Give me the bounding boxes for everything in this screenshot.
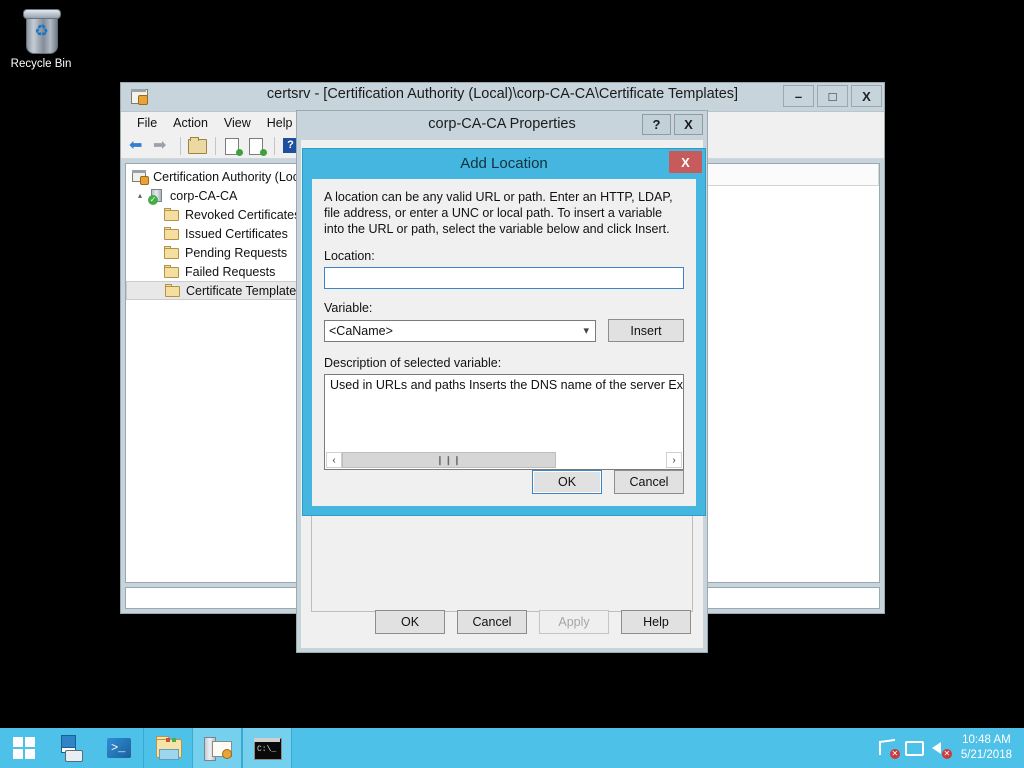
variable-row: <CaName> ▾ Insert — [324, 319, 684, 342]
tree-item-corp-ca-ca[interactable]: ▴ ✓ corp-CA-CA — [126, 186, 299, 205]
action-center-flag-icon[interactable]: ✕ — [877, 737, 899, 759]
certsrv-window-controls: – □ X — [780, 85, 882, 107]
taskbar-command-prompt[interactable]: C:\_ — [242, 728, 292, 768]
tree-item-label: Certification Authority (Loc — [153, 170, 299, 184]
insert-button[interactable]: Insert — [608, 319, 684, 342]
add-location-footer: OK Cancel — [520, 470, 684, 494]
network-icon[interactable] — [903, 737, 925, 759]
add-location-content: A location can be any valid URL or path.… — [312, 179, 696, 506]
cancel-button[interactable]: Cancel — [457, 610, 527, 634]
menu-file[interactable]: File — [129, 114, 165, 132]
tree-item-failed-requests[interactable]: Failed Requests — [126, 262, 299, 281]
console-tree[interactable]: Certification Authority (Loc ▴ ✓ corp-CA… — [125, 163, 300, 583]
scrollbar-track[interactable]: ❙❙❙ — [342, 452, 666, 468]
clock[interactable]: 10:48 AM 5/21/2018 — [955, 733, 1016, 763]
close-icon[interactable]: X — [669, 151, 702, 173]
chevron-down-icon: ▾ — [583, 324, 589, 337]
tree-item-label: corp-CA-CA — [170, 189, 237, 203]
location-label: Location: — [324, 249, 684, 263]
scroll-left-icon[interactable]: ‹ — [326, 452, 342, 468]
close-button[interactable]: X — [674, 114, 703, 135]
ca-console-icon — [132, 170, 148, 184]
add-location-titlebar[interactable]: Add Location X — [303, 149, 705, 179]
location-input[interactable] — [324, 267, 684, 289]
scroll-right-icon[interactable]: › — [666, 452, 682, 468]
tree-item-label: Certificate Template — [186, 284, 296, 298]
clock-time: 10:48 AM — [961, 733, 1012, 748]
variable-selected-value: <CaName> — [329, 324, 393, 338]
tree-item-revoked-certificates[interactable]: Revoked Certificates — [126, 205, 299, 224]
add-location-description: A location can be any valid URL or path.… — [324, 189, 684, 237]
variable-description-label: Description of selected variable: — [324, 356, 684, 370]
powershell-icon: >_ — [105, 735, 133, 761]
taskbar-powershell[interactable]: >_ — [95, 728, 143, 768]
tree-item-certification-authority[interactable]: Certification Authority (Loc — [126, 167, 299, 186]
taskbar: >_ C:\_ ✕ ✕ — [0, 728, 1024, 768]
desktop: ♻ Recycle Bin certsrv - [Certification A… — [0, 0, 1024, 768]
tree-item-issued-certificates[interactable]: Issued Certificates — [126, 224, 299, 243]
variable-select[interactable]: <CaName> ▾ — [324, 320, 596, 342]
tree-item-certificate-templates[interactable]: Certificate Template — [126, 281, 299, 300]
scrollbar-thumb[interactable]: ❙❙❙ — [342, 452, 556, 468]
clock-date: 5/21/2018 — [961, 748, 1012, 763]
refresh-icon[interactable] — [221, 135, 243, 157]
apply-button: Apply — [539, 610, 609, 634]
minimize-button[interactable]: – — [783, 85, 814, 107]
menu-action[interactable]: Action — [165, 114, 216, 132]
windows-logo-icon — [13, 737, 35, 759]
command-prompt-icon: C:\_ — [253, 735, 281, 761]
folder-icon — [165, 284, 181, 297]
maximize-button[interactable]: □ — [817, 85, 848, 107]
help-button[interactable]: ? — [642, 114, 671, 135]
menu-view[interactable]: View — [216, 114, 259, 132]
start-button[interactable] — [0, 728, 47, 768]
tree-item-label: Issued Certificates — [185, 227, 288, 241]
recycle-bin-art: ♻ — [20, 8, 62, 54]
recycle-bin-label: Recycle Bin — [6, 58, 76, 71]
folder-icon — [164, 208, 180, 221]
folder-icon — [164, 265, 180, 278]
certification-authority-icon — [203, 735, 231, 761]
properties-footer: OK Cancel Apply Help — [301, 610, 703, 634]
horizontal-scrollbar[interactable]: ‹ ❙❙❙ › — [326, 452, 682, 468]
ok-button[interactable]: OK — [375, 610, 445, 634]
close-button[interactable]: X — [851, 85, 882, 107]
tree-item-label: Revoked Certificates — [185, 208, 300, 222]
help-button[interactable]: Help — [621, 610, 691, 634]
recycle-bin-icon[interactable]: ♻ Recycle Bin — [6, 6, 76, 71]
forward-icon[interactable]: ➡ — [151, 135, 173, 157]
recycle-symbol-icon: ♻ — [33, 23, 50, 40]
menu-help[interactable]: Help — [259, 114, 301, 132]
add-location-dialog[interactable]: Add Location X A location can be any val… — [302, 148, 706, 516]
taskbar-certsrv[interactable] — [192, 728, 242, 768]
cancel-button[interactable]: Cancel — [614, 470, 684, 494]
file-explorer-icon — [154, 735, 182, 761]
tree-item-label: Failed Requests — [185, 265, 275, 279]
tree-item-pending-requests[interactable]: Pending Requests — [126, 243, 299, 262]
folder-icon — [164, 246, 180, 259]
ca-server-icon: ✓ — [149, 189, 165, 203]
taskbar-file-explorer[interactable] — [143, 728, 192, 768]
properties-titlebar[interactable]: corp-CA-CA Properties ? X — [297, 111, 707, 140]
system-tray: ✕ ✕ 10:48 AM 5/21/2018 — [877, 728, 1024, 768]
folder-icon — [164, 227, 180, 240]
up-folder-icon[interactable] — [186, 135, 208, 157]
certsrv-title: certsrv - [Certification Authority (Loca… — [121, 86, 884, 102]
variable-description-box[interactable]: Used in URLs and paths Inserts the DNS n… — [324, 374, 684, 470]
back-icon[interactable]: ⬅ — [127, 135, 149, 157]
properties-window-controls: ? X — [639, 114, 703, 135]
volume-muted-icon[interactable]: ✕ — [929, 737, 951, 759]
taskbar-server-manager[interactable] — [47, 728, 95, 768]
export-list-icon[interactable] — [245, 135, 267, 157]
tree-item-label: Pending Requests — [185, 246, 287, 260]
variable-description-text: Used in URLs and paths Inserts the DNS n… — [325, 375, 683, 396]
add-location-title: Add Location — [303, 155, 705, 172]
variable-label: Variable: — [324, 301, 684, 315]
expander-icon[interactable]: ▴ — [138, 191, 148, 200]
server-manager-icon — [57, 735, 85, 761]
ok-button[interactable]: OK — [532, 470, 602, 494]
certsrv-titlebar[interactable]: certsrv - [Certification Authority (Loca… — [121, 83, 884, 111]
